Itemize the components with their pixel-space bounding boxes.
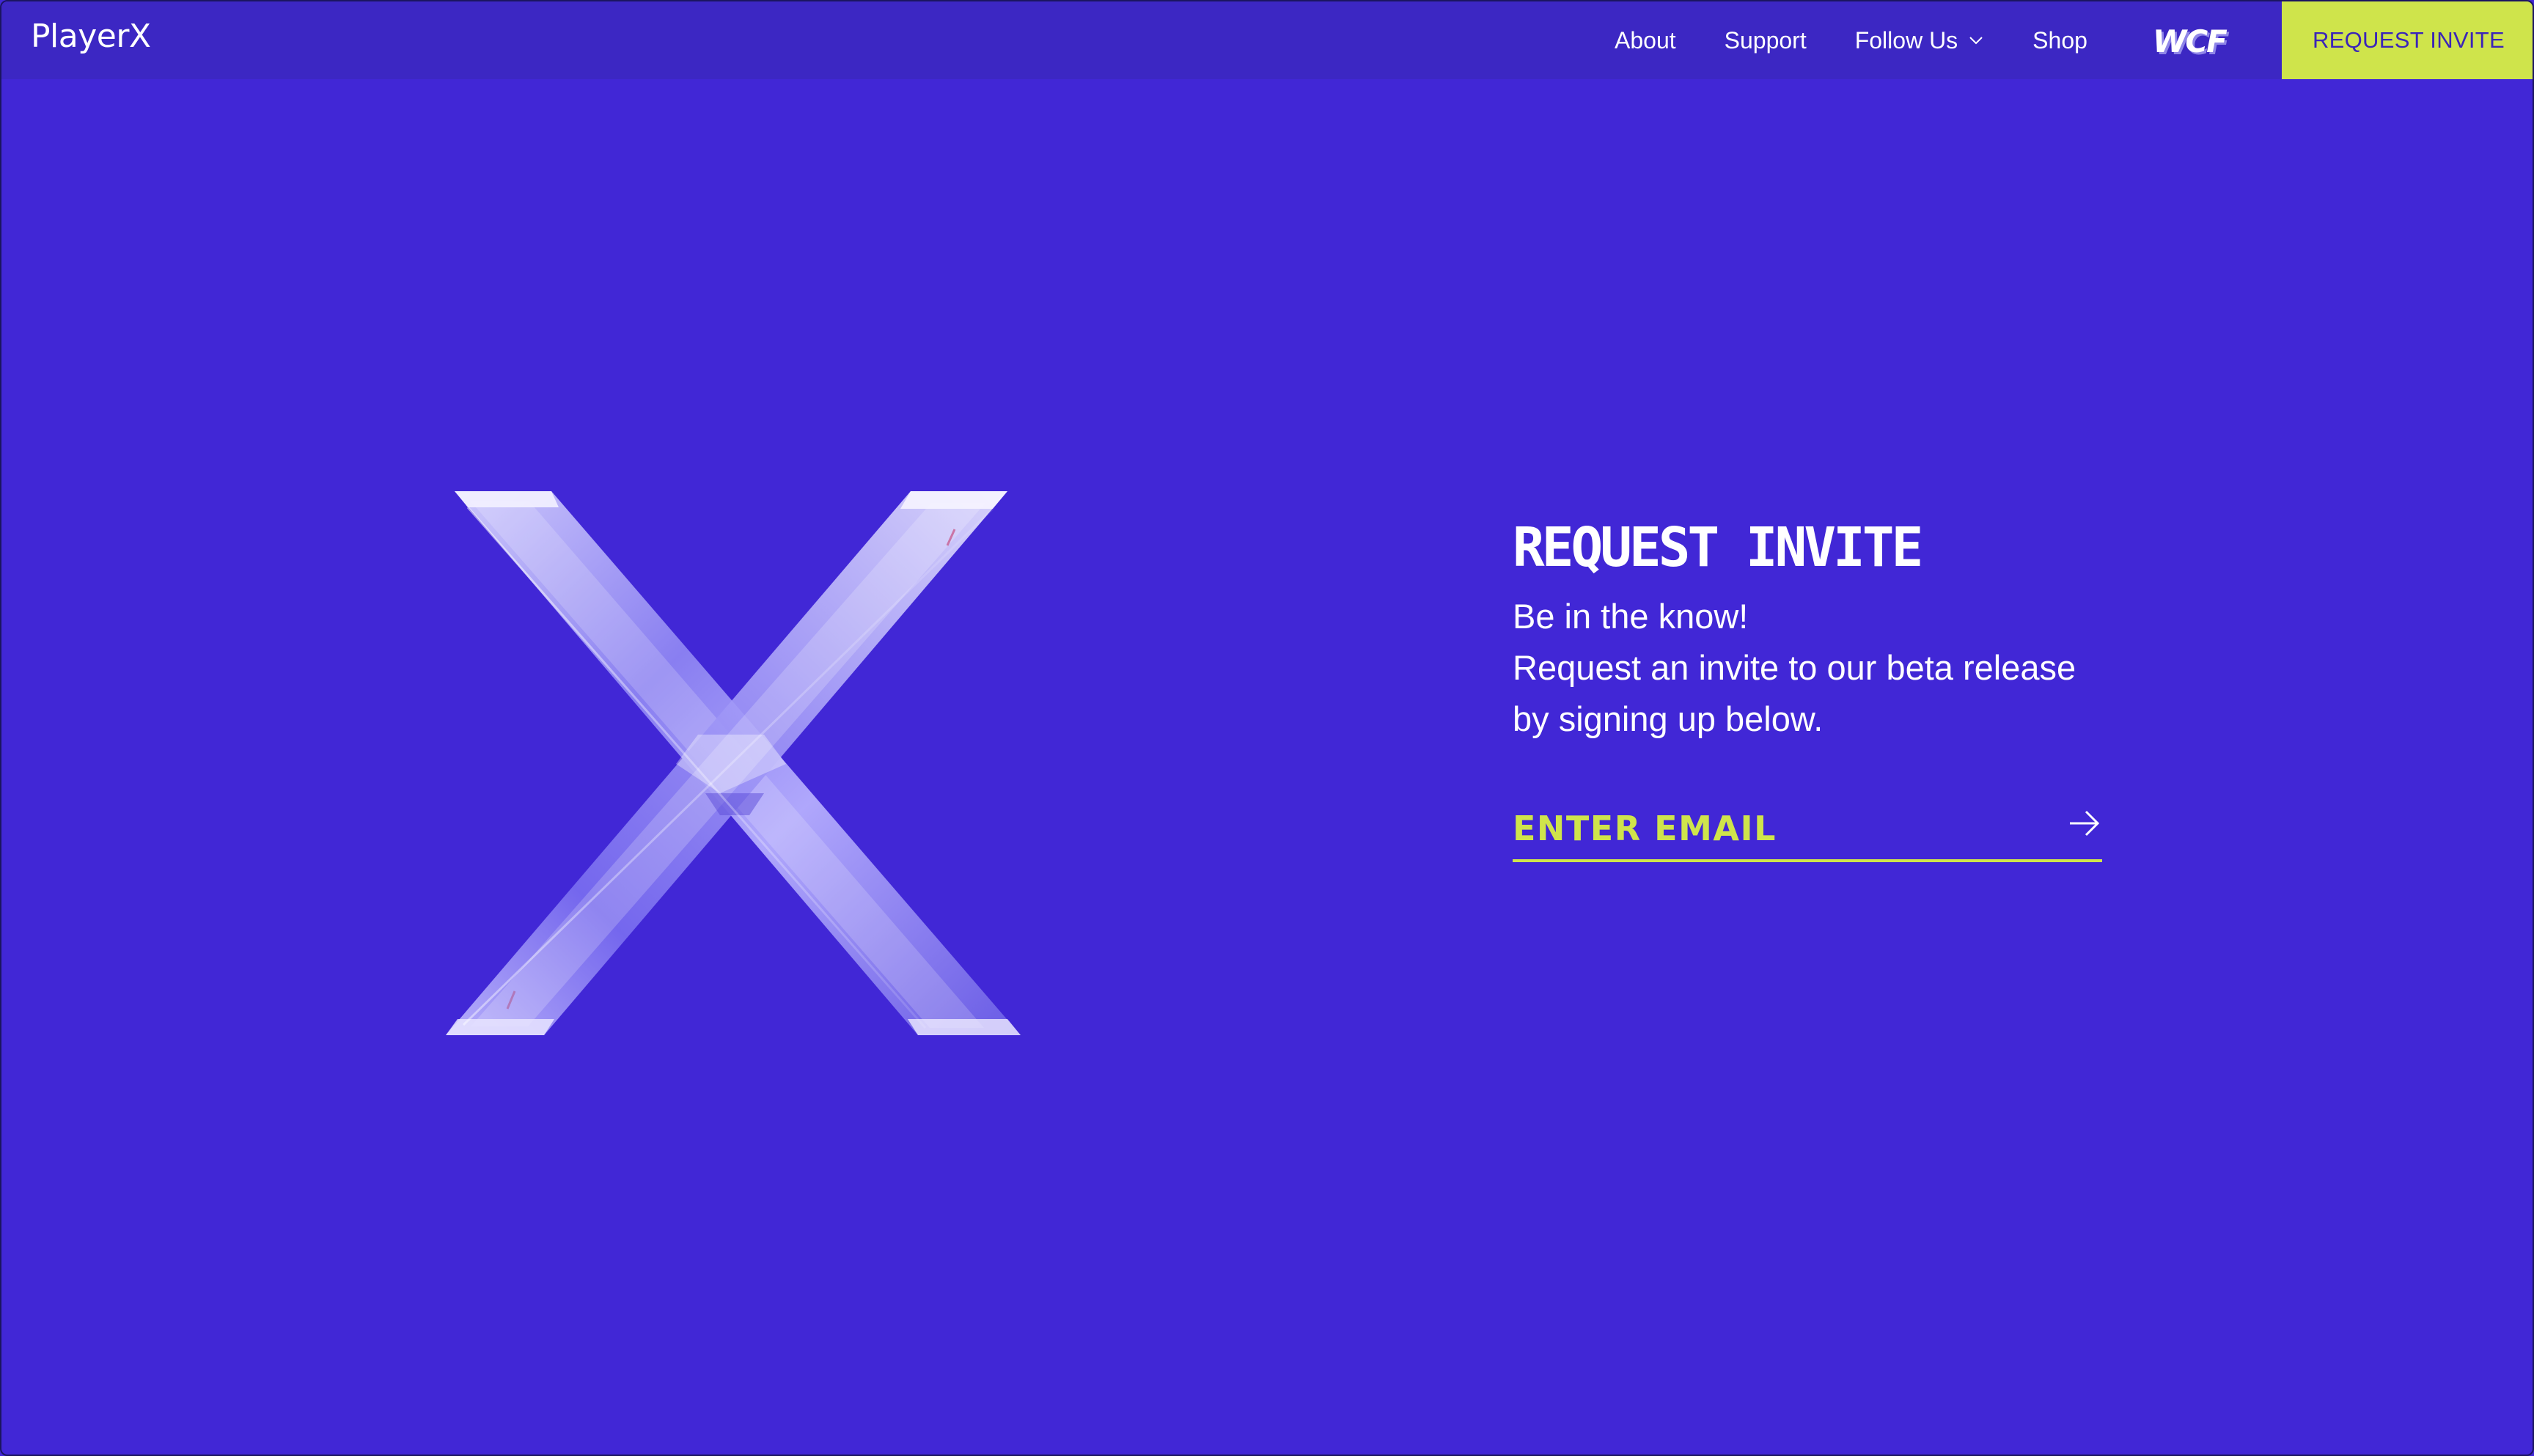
panel-description: Be in the know! Request an invite to our… xyxy=(1513,591,2114,745)
nav-links: About Support Follow Us Shop xyxy=(1615,1,2136,79)
email-form xyxy=(1513,802,2102,862)
panel-line-3: by signing up below. xyxy=(1513,699,1824,738)
panel-title: REQUEST INVITE xyxy=(1513,516,1923,579)
panel-line-2: Request an invite to our beta release xyxy=(1513,648,2076,687)
nav-link-support[interactable]: Support xyxy=(1725,27,1807,54)
email-input[interactable] xyxy=(1513,802,2026,855)
top-navbar: PlayerX About Support Follow Us Shop WCF… xyxy=(1,1,2533,79)
brand-logo[interactable]: PlayerX xyxy=(31,18,151,55)
arrow-right-icon[interactable] xyxy=(2065,805,2102,842)
page: PlayerX About Support Follow Us Shop WCF… xyxy=(0,0,2534,1456)
wcf-logo[interactable]: WCF xyxy=(2153,23,2228,59)
request-invite-panel: REQUEST INVITE Be in the know! Request a… xyxy=(1513,515,2114,862)
crystal-x-icon xyxy=(446,491,1021,1035)
panel-line-1: Be in the know! xyxy=(1513,597,1749,636)
chevron-down-icon xyxy=(1969,37,1983,45)
nav-link-about[interactable]: About xyxy=(1615,27,1676,54)
nav-link-follow-us-label: Follow Us xyxy=(1854,26,1958,54)
request-invite-button[interactable]: REQUEST INVITE xyxy=(2282,1,2533,79)
nav-link-follow-us[interactable]: Follow Us xyxy=(1855,27,1984,54)
nav-link-shop[interactable]: Shop xyxy=(2032,27,2087,54)
